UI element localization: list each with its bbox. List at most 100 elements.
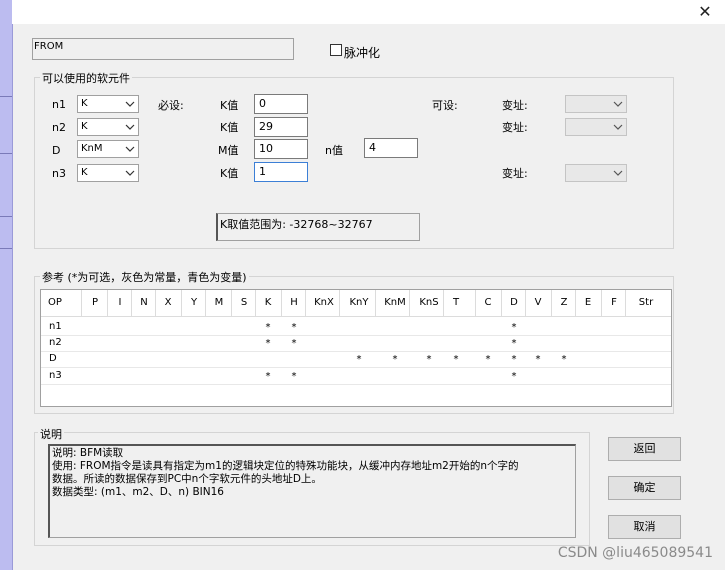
operand-name-d: D [52, 144, 61, 157]
column-divider [107, 290, 108, 316]
table-row-label: n2 [49, 337, 62, 348]
table-row-label: n3 [49, 370, 62, 381]
description-line: 使用: FROM指令是读具有指定为m1的逻辑块定位的特殊功能块，从缓冲内存地址m… [52, 460, 519, 472]
description-line: 说明: BFM读取 [52, 447, 124, 459]
column-header-str: Str [638, 297, 654, 308]
column-divider [409, 290, 410, 316]
description-line: 数据类型: (m1、m2、D、n) BIN16 [52, 486, 224, 498]
operand-field-label-n2: K值 [220, 121, 239, 134]
n-value-input[interactable]: 4 [364, 138, 418, 158]
operand-type-select-d[interactable]: KnM [77, 140, 139, 158]
operand-field-label-n1: K值 [220, 99, 239, 112]
column-divider [155, 290, 156, 316]
table-cell-mark: * [426, 354, 432, 365]
operand-value-input-d[interactable]: 10 [254, 139, 308, 159]
pulse-checkbox[interactable] [330, 44, 342, 56]
ok-button[interactable]: 确定 [608, 476, 681, 500]
column-header-d: D [510, 297, 518, 308]
column-divider [525, 290, 526, 316]
cancel-button[interactable]: 取消 [608, 515, 681, 539]
column-divider [231, 290, 232, 316]
operand-type-select-n3[interactable]: K [77, 164, 139, 182]
operand-type-value: K [81, 167, 88, 178]
column-divider [551, 290, 552, 316]
index-label-n3: 变址: [502, 167, 528, 180]
table-row-label: n1 [49, 321, 62, 332]
index-select-n2[interactable] [565, 118, 627, 136]
column-divider [601, 290, 602, 316]
column-header-k: K [264, 297, 272, 308]
value-range-text: K取值范围为: -32768~32767 [216, 213, 420, 241]
table-cell-mark: * [511, 322, 517, 333]
table-row-divider [41, 384, 671, 385]
reference-group-title: 参考 (*为可选，灰色为常量，青色为变量) [40, 269, 249, 285]
column-divider [255, 290, 256, 316]
instruction-field[interactable]: FROM [32, 38, 294, 60]
column-header-z: Z [560, 297, 568, 308]
column-header-i: I [118, 297, 122, 308]
column-header-p: P [91, 297, 99, 308]
column-divider [475, 290, 476, 316]
index-label-n1: 变址: [502, 99, 528, 112]
column-header-kns: KnS [419, 297, 439, 308]
column-divider [131, 290, 132, 316]
column-header-h: H [290, 297, 298, 308]
chevron-down-icon [613, 124, 623, 130]
table-cell-mark: * [265, 322, 271, 333]
title-bar [12, 0, 725, 24]
operand-type-value: K [81, 121, 88, 132]
operand-name-n2: n2 [52, 121, 66, 134]
column-header-y: Y [190, 297, 198, 308]
operand-field-label-d: M值 [218, 144, 239, 157]
pulse-checkbox-label: 脉冲化 [344, 46, 381, 60]
column-header-n: N [140, 297, 148, 308]
operands-group-title: 可以使用的软元件 [40, 70, 132, 86]
column-header-c: C [484, 297, 492, 308]
back-button[interactable]: 返回 [608, 437, 681, 461]
operand-type-select-n1[interactable]: K [77, 95, 139, 113]
column-divider [575, 290, 576, 316]
operand-type-value: K [81, 98, 88, 109]
table-cell-mark: * [561, 354, 567, 365]
column-header-e: E [584, 297, 592, 308]
column-header-knm: KnM [384, 297, 406, 308]
index-select-n1[interactable] [565, 95, 627, 113]
reference-table: OP P I N X Y M S K H KnX KnY KnM KnS T C D V Z E F Str n1 * * * n… [40, 289, 672, 407]
operand-field-label-n3: K值 [220, 167, 239, 180]
operand-name-n3: n3 [52, 167, 66, 180]
description-text: 说明: BFM读取 使用: FROM指令是读具有指定为m1的逻辑块定位的特殊功能… [48, 444, 576, 538]
chevron-down-icon [125, 101, 135, 107]
column-header-m: M [214, 297, 224, 308]
required-label: 必设: [158, 99, 184, 112]
index-label-n2: 变址: [502, 121, 528, 134]
column-divider [443, 290, 444, 316]
chevron-down-icon [125, 124, 135, 130]
operand-value-input-n3[interactable]: 1 [254, 162, 308, 182]
chevron-down-icon [125, 146, 135, 152]
operand-type-select-n2[interactable]: K [77, 118, 139, 136]
column-header-kny: KnY [349, 297, 369, 308]
table-cell-mark: * [535, 354, 541, 365]
index-select-n3[interactable] [565, 164, 627, 182]
reference-table-header: OP P I N X Y M S K H KnX KnY KnM KnS T C D V Z E F Str [41, 290, 671, 317]
description-group-title: 说明 [38, 426, 64, 442]
close-icon[interactable]: ✕ [695, 2, 715, 22]
column-divider [339, 290, 340, 316]
table-cell-mark: * [291, 338, 297, 349]
column-header-f: F [611, 297, 617, 308]
table-cell-mark: * [485, 354, 491, 365]
table-row-divider [41, 367, 671, 368]
table-cell-mark: * [291, 371, 297, 382]
table-cell-mark: * [453, 354, 459, 365]
column-divider [205, 290, 206, 316]
column-divider [375, 290, 376, 316]
watermark: CSDN @liu465089541 [557, 545, 713, 561]
table-cell-mark: * [291, 322, 297, 333]
operand-type-value: KnM [81, 143, 103, 154]
operand-value-input-n1[interactable]: 0 [254, 94, 308, 114]
operand-value-input-n2[interactable]: 29 [254, 117, 308, 137]
column-header-op: OP [48, 297, 62, 308]
table-row-divider [41, 335, 671, 336]
column-divider [281, 290, 282, 316]
column-divider [81, 290, 82, 316]
